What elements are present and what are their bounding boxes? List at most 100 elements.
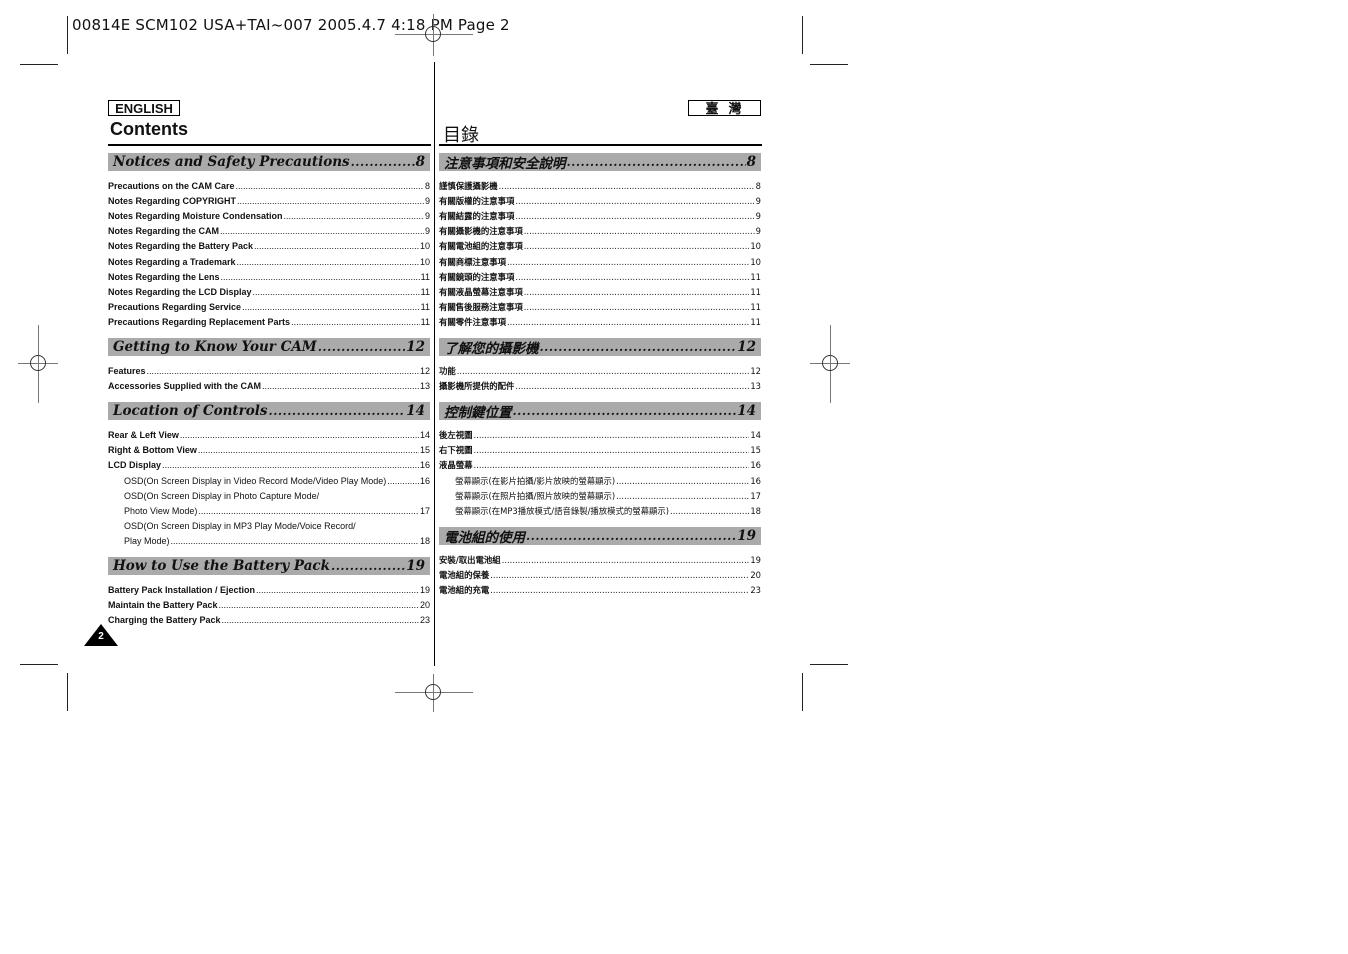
leader-dots	[513, 404, 737, 418]
leader-dots	[162, 460, 419, 471]
section-page: 12	[737, 338, 756, 355]
toc-entry[interactable]: Accessories Supplied with the CAM 13	[108, 377, 430, 392]
section-heading[interactable]: How to Use the Battery Pack 19	[108, 556, 430, 575]
toc-entry[interactable]: Charging the Battery Pack 23	[108, 611, 430, 626]
toc-entry[interactable]: 電池組的充電 23	[439, 581, 761, 596]
section-heading[interactable]: 了解您的攝影機 12	[439, 337, 761, 357]
language-label-english: ENGLISH	[108, 100, 180, 116]
toc-entry[interactable]: Features 12	[108, 362, 430, 377]
toc-entry[interactable]: Notes Regarding the Lens 11	[108, 268, 430, 283]
section-heading[interactable]: 電池組的使用 19	[439, 526, 761, 546]
toc-entry[interactable]: OSD(On Screen Display in Video Record Mo…	[108, 471, 430, 486]
toc-entry[interactable]: 有關零件注意事項 11	[439, 313, 761, 328]
toc-entry[interactable]: 有關版權的注意事項 9	[439, 192, 761, 207]
toc-entry[interactable]: 安裝/取出電池組 19	[439, 551, 761, 566]
toc-entry[interactable]: Maintain the Battery Pack 20	[108, 596, 430, 611]
toc-entry[interactable]: Notes Regarding a Trademark 10	[108, 252, 430, 267]
toc-entry[interactable]: 功能 12	[439, 362, 761, 377]
toc-entry[interactable]: 右下視圖 15	[439, 441, 761, 456]
toc-entry[interactable]: 謹慎保護攝影機 8	[439, 177, 761, 192]
contents-title: Contents	[110, 119, 188, 139]
toc-entry[interactable]: Right & Bottom View 15	[108, 441, 430, 456]
entry-page: 19	[750, 554, 761, 565]
toc-entry[interactable]: Notes Regarding the Battery Pack 10	[108, 237, 430, 252]
crop-mark	[810, 664, 848, 665]
leader-dots	[242, 302, 420, 313]
toc-entry[interactable]: 電池組的保養 20	[439, 566, 761, 581]
entry-label: LCD Display	[108, 460, 162, 471]
leader-dots	[515, 211, 754, 222]
section-heading[interactable]: 控制鍵位置 14	[439, 402, 761, 421]
entry-page: 11	[750, 271, 761, 282]
entry-label: 有關版權的注意事項	[439, 196, 515, 207]
leader-dots	[198, 506, 419, 517]
entry-page: 8	[755, 181, 761, 192]
entry-label: 有關零件注意事項	[439, 316, 506, 327]
toc-section: Notices and Safety Precautions8 Precautio…	[108, 153, 430, 338]
toc-entry[interactable]: OSD(On Screen Display in Photo Capture M…	[108, 487, 430, 502]
entry-page: 16	[419, 475, 430, 486]
toc-entry[interactable]: Precautions Regarding Service 11	[108, 298, 430, 313]
crop-mark	[20, 64, 58, 65]
toc-entry[interactable]: Photo View Mode) 17	[108, 502, 430, 517]
crop-mark	[67, 16, 68, 54]
toc-entry[interactable]: LCD Display 16	[108, 456, 430, 471]
header-rule	[108, 144, 431, 146]
entry-page: 9	[755, 196, 761, 207]
leader-dots	[318, 340, 405, 354]
leader-dots	[222, 615, 419, 626]
toc-entry[interactable]: 有關液晶螢幕注意事項 11	[439, 283, 761, 298]
leader-dots	[616, 476, 749, 487]
toc-entry[interactable]: 螢幕顯示(在MP3播放模式/語音錄製/播放模式的螢幕顯示) 18	[439, 502, 761, 517]
toc-entry[interactable]: Play Mode) 18	[108, 532, 430, 547]
toc-entry[interactable]: Precautions Regarding Replacement Parts 1…	[108, 313, 430, 328]
leader-dots	[171, 536, 419, 547]
entry-page: 9	[424, 226, 430, 237]
toc-entry[interactable]: 有關電池組的注意事項 10	[439, 237, 761, 252]
toc-entry[interactable]: Rear & Left View 14	[108, 426, 430, 441]
leader-dots	[236, 181, 424, 192]
toc-entry[interactable]: 有關商標注意事項 10	[439, 252, 761, 267]
crop-mark	[20, 664, 58, 665]
toc-entry[interactable]: 有關售後服務注意事項 11	[439, 298, 761, 313]
toc-section: 注意事項和安全說明8謹慎保護攝影機8有關版權的注意事項9有關結露的注意事項9有關…	[439, 153, 761, 338]
leader-dots	[490, 585, 749, 596]
toc-entry[interactable]: Battery Pack Installation / Ejection 19	[108, 581, 430, 596]
toc-entry[interactable]: Notes Regarding Moisture Condensation 9	[108, 207, 430, 222]
toc-entry[interactable]: Notes Regarding COPYRIGHT 9	[108, 192, 430, 207]
toc-entry[interactable]: 螢幕顯示(在照片拍攝/照片放映的螢幕顯示) 17	[439, 487, 761, 502]
toc-entry[interactable]: 液晶螢幕 16	[439, 456, 761, 471]
toc-entry[interactable]: 攝影機所提供的配件 13	[439, 377, 761, 392]
entry-label: 有關商標注意事項	[439, 256, 506, 267]
entry-label: Notes Regarding the LCD Display	[108, 286, 252, 297]
entry-page: 17	[419, 505, 430, 516]
toc-entry[interactable]: Notes Regarding the LCD Display 11	[108, 283, 430, 298]
section-heading[interactable]: 注意事項和安全說明 8	[439, 153, 761, 172]
leader-dots	[198, 445, 419, 456]
leader-dots	[253, 287, 420, 298]
leader-dots	[515, 381, 749, 392]
entry-page: 12	[419, 366, 430, 377]
toc-entry[interactable]: 有關結露的注意事項 9	[439, 207, 761, 222]
toc-entry[interactable]: 有關攝影機的注意事項 9	[439, 222, 761, 237]
entry-label: Features	[108, 366, 146, 377]
toc-entry[interactable]: OSD(On Screen Display in MP3 Play Mode/V…	[108, 517, 430, 532]
toc-entry[interactable]: 後左視圖 14	[439, 426, 761, 441]
section-heading[interactable]: Notices and Safety Precautions 8	[108, 153, 430, 171]
entry-page: 20	[419, 600, 430, 611]
section-heading[interactable]: Location of Controls 14	[108, 402, 430, 421]
crop-mark	[67, 673, 68, 711]
toc-entry[interactable]: 螢幕顯示(在影片拍攝/影片放映的螢幕顯示) 16	[439, 471, 761, 486]
toc-entry[interactable]: Notes Regarding the CAM 9	[108, 222, 430, 237]
toc-entry[interactable]: Precautions on the CAM Care 8	[108, 177, 430, 192]
toc-entry[interactable]: 有關鏡頭的注意事項 11	[439, 268, 761, 283]
entry-label: Rear & Left View	[108, 430, 179, 441]
entry-label: 安裝/取出電池組	[439, 554, 501, 565]
leader-dots	[490, 570, 749, 581]
entry-page: 11	[420, 316, 430, 327]
leader-dots	[331, 559, 405, 573]
entry-page: 18	[419, 535, 430, 546]
leader-dots	[499, 181, 755, 192]
section-heading[interactable]: Getting to Know Your CAM 12	[108, 337, 430, 356]
